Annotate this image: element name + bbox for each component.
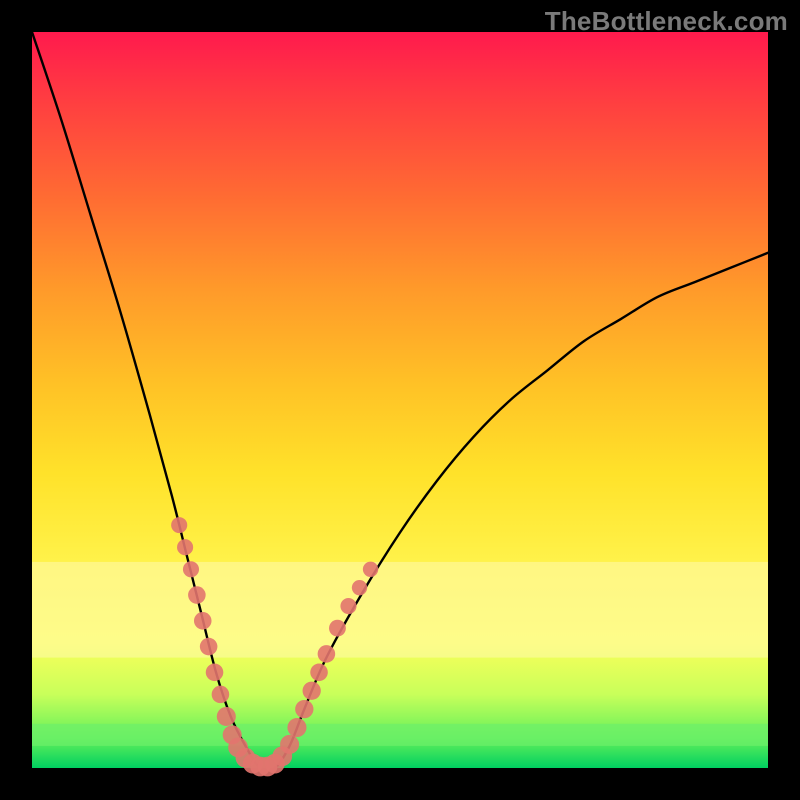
chart-frame: TheBottleneck.com [0,0,800,800]
chart-svg [32,32,768,768]
bottleneck-curve [32,32,768,771]
plot-area [32,32,768,768]
highlight-bands [32,562,768,746]
